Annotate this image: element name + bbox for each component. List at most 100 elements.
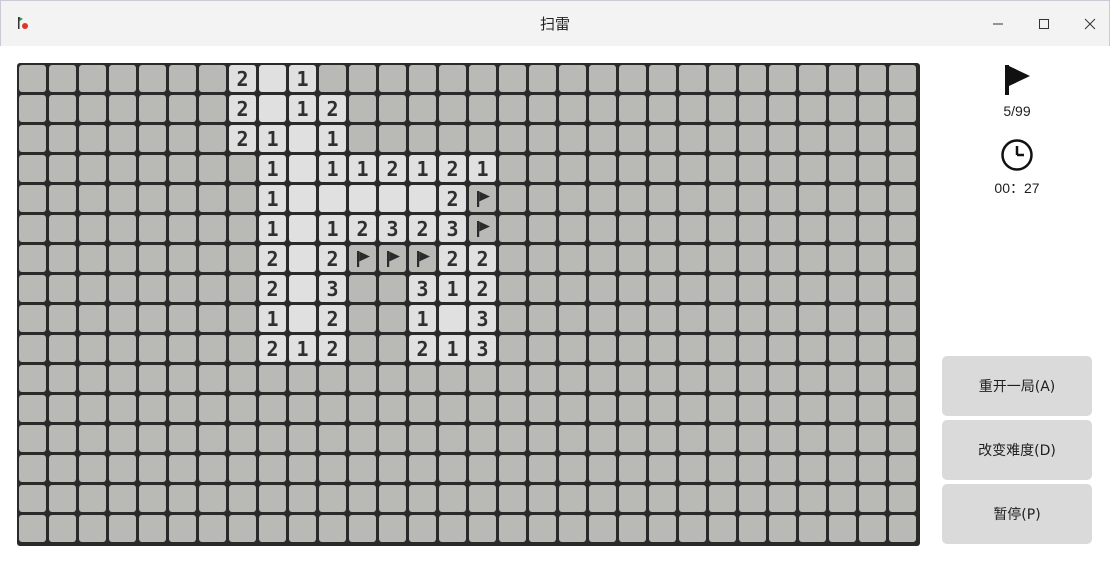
hidden-cell[interactable] (79, 275, 106, 302)
hidden-cell[interactable] (79, 125, 106, 152)
hidden-cell[interactable] (259, 485, 286, 512)
hidden-cell[interactable] (799, 155, 826, 182)
hidden-cell[interactable] (259, 395, 286, 422)
hidden-cell[interactable] (739, 155, 766, 182)
hidden-cell[interactable] (409, 125, 436, 152)
hidden-cell[interactable] (499, 245, 526, 272)
hidden-cell[interactable] (199, 305, 226, 332)
hidden-cell[interactable] (739, 275, 766, 302)
hidden-cell[interactable] (649, 185, 676, 212)
minimize-button[interactable] (975, 1, 1021, 47)
hidden-cell[interactable] (49, 155, 76, 182)
hidden-cell[interactable] (649, 215, 676, 242)
hidden-cell[interactable] (439, 455, 466, 482)
revealed-number-cell[interactable]: 2 (319, 95, 346, 122)
hidden-cell[interactable] (859, 515, 886, 542)
hidden-cell[interactable] (859, 65, 886, 92)
hidden-cell[interactable] (19, 245, 46, 272)
hidden-cell[interactable] (109, 185, 136, 212)
hidden-cell[interactable] (679, 275, 706, 302)
hidden-cell[interactable] (439, 395, 466, 422)
hidden-cell[interactable] (889, 455, 916, 482)
revealed-number-cell[interactable]: 1 (409, 305, 436, 332)
hidden-cell[interactable] (109, 125, 136, 152)
hidden-cell[interactable] (169, 245, 196, 272)
hidden-cell[interactable] (199, 125, 226, 152)
hidden-cell[interactable] (619, 365, 646, 392)
hidden-cell[interactable] (199, 155, 226, 182)
hidden-cell[interactable] (619, 455, 646, 482)
hidden-cell[interactable] (769, 155, 796, 182)
flagged-cell[interactable] (379, 245, 406, 272)
revealed-number-cell[interactable]: 2 (259, 275, 286, 302)
hidden-cell[interactable] (379, 425, 406, 452)
hidden-cell[interactable] (559, 515, 586, 542)
hidden-cell[interactable] (559, 155, 586, 182)
hidden-cell[interactable] (499, 215, 526, 242)
revealed-number-cell[interactable]: 2 (229, 65, 256, 92)
hidden-cell[interactable] (109, 305, 136, 332)
hidden-cell[interactable] (109, 65, 136, 92)
hidden-cell[interactable] (109, 215, 136, 242)
hidden-cell[interactable] (139, 395, 166, 422)
hidden-cell[interactable] (829, 275, 856, 302)
hidden-cell[interactable] (649, 485, 676, 512)
revealed-number-cell[interactable]: 2 (259, 245, 286, 272)
hidden-cell[interactable] (169, 185, 196, 212)
hidden-cell[interactable] (679, 245, 706, 272)
hidden-cell[interactable] (889, 155, 916, 182)
hidden-cell[interactable] (169, 395, 196, 422)
hidden-cell[interactable] (229, 455, 256, 482)
hidden-cell[interactable] (889, 485, 916, 512)
hidden-cell[interactable] (49, 215, 76, 242)
revealed-number-cell[interactable]: 2 (349, 215, 376, 242)
hidden-cell[interactable] (499, 275, 526, 302)
hidden-cell[interactable] (439, 125, 466, 152)
hidden-cell[interactable] (439, 425, 466, 452)
hidden-cell[interactable] (139, 245, 166, 272)
hidden-cell[interactable] (499, 65, 526, 92)
revealed-empty-cell[interactable] (289, 155, 316, 182)
hidden-cell[interactable] (139, 95, 166, 122)
hidden-cell[interactable] (709, 275, 736, 302)
hidden-cell[interactable] (289, 395, 316, 422)
hidden-cell[interactable] (589, 95, 616, 122)
hidden-cell[interactable] (769, 425, 796, 452)
hidden-cell[interactable] (379, 455, 406, 482)
hidden-cell[interactable] (529, 185, 556, 212)
revealed-number-cell[interactable]: 1 (289, 95, 316, 122)
hidden-cell[interactable] (859, 425, 886, 452)
hidden-cell[interactable] (19, 65, 46, 92)
hidden-cell[interactable] (859, 155, 886, 182)
hidden-cell[interactable] (409, 425, 436, 452)
flagged-cell[interactable] (469, 215, 496, 242)
revealed-number-cell[interactable]: 2 (229, 95, 256, 122)
hidden-cell[interactable] (409, 455, 436, 482)
hidden-cell[interactable] (829, 485, 856, 512)
hidden-cell[interactable] (529, 95, 556, 122)
hidden-cell[interactable] (649, 95, 676, 122)
hidden-cell[interactable] (739, 515, 766, 542)
hidden-cell[interactable] (529, 275, 556, 302)
hidden-cell[interactable] (619, 155, 646, 182)
hidden-cell[interactable] (799, 425, 826, 452)
revealed-number-cell[interactable]: 2 (439, 245, 466, 272)
hidden-cell[interactable] (19, 185, 46, 212)
hidden-cell[interactable] (79, 485, 106, 512)
hidden-cell[interactable] (289, 515, 316, 542)
hidden-cell[interactable] (199, 215, 226, 242)
hidden-cell[interactable] (619, 65, 646, 92)
hidden-cell[interactable] (229, 215, 256, 242)
hidden-cell[interactable] (769, 485, 796, 512)
hidden-cell[interactable] (19, 455, 46, 482)
hidden-cell[interactable] (139, 275, 166, 302)
hidden-cell[interactable] (799, 335, 826, 362)
hidden-cell[interactable] (649, 305, 676, 332)
hidden-cell[interactable] (439, 485, 466, 512)
hidden-cell[interactable] (169, 335, 196, 362)
hidden-cell[interactable] (199, 95, 226, 122)
hidden-cell[interactable] (19, 395, 46, 422)
hidden-cell[interactable] (379, 305, 406, 332)
hidden-cell[interactable] (109, 485, 136, 512)
hidden-cell[interactable] (619, 275, 646, 302)
